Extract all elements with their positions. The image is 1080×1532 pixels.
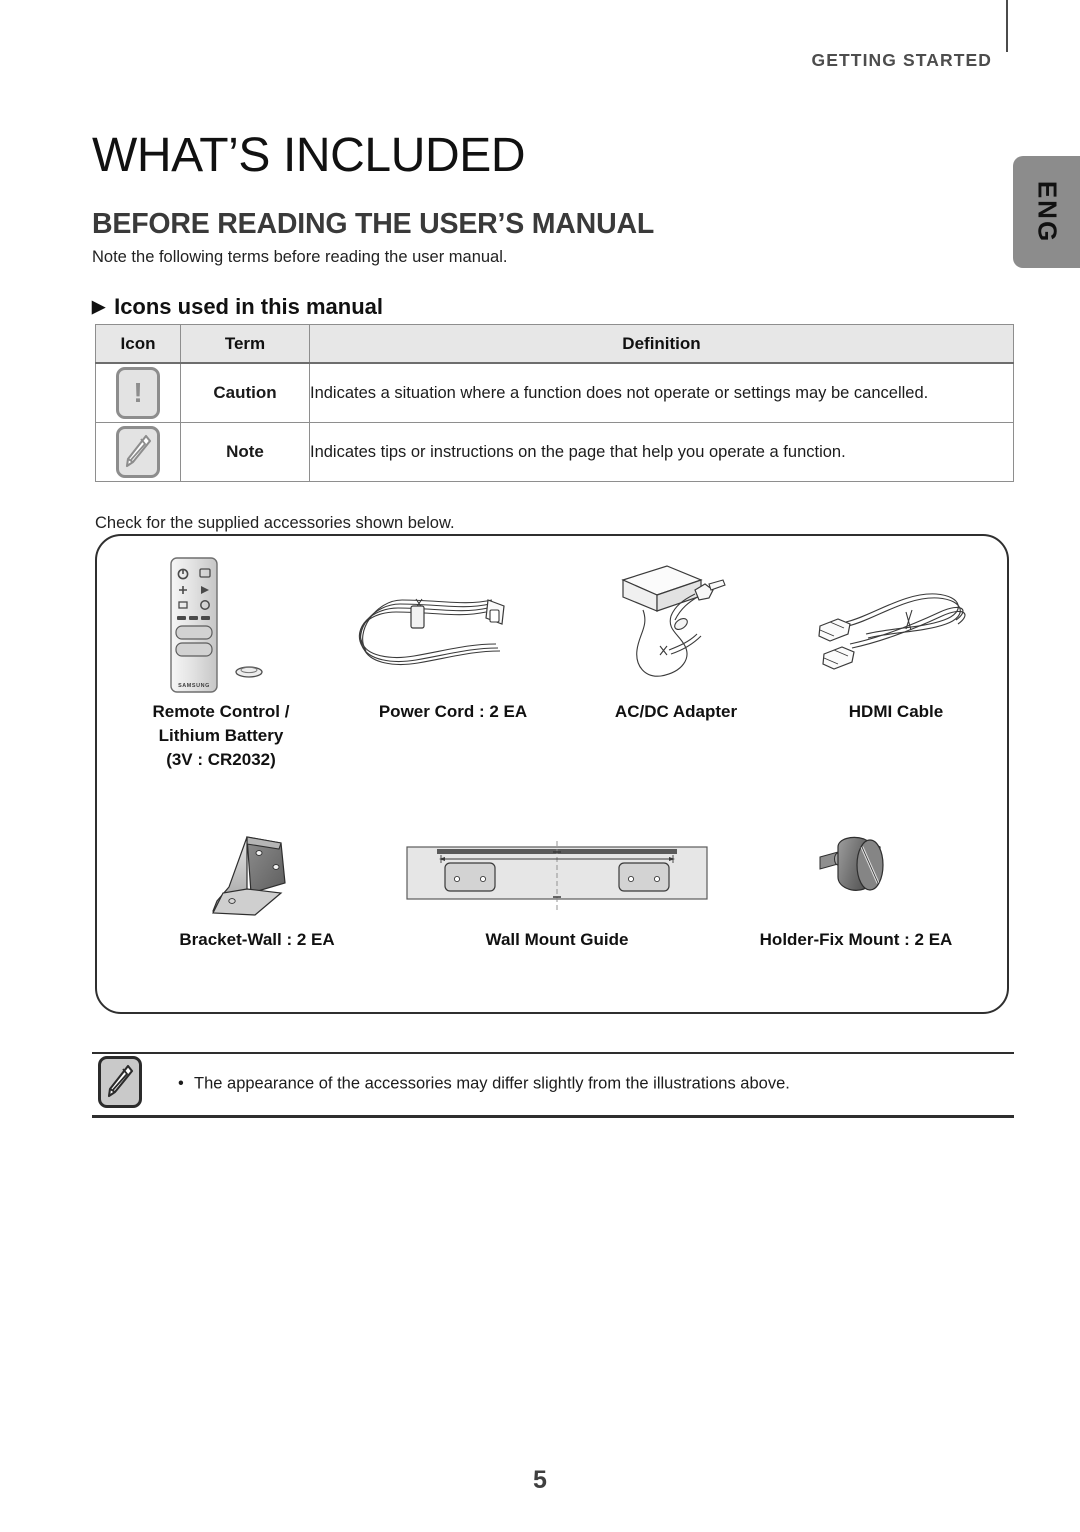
header-eyebrow: GETTING STARTED bbox=[811, 50, 992, 70]
caution-definition: Indicates a situation where a function d… bbox=[309, 362, 1014, 423]
subsection-heading-label: Icons used in this manual bbox=[114, 294, 384, 319]
pencil-glyph bbox=[125, 434, 152, 468]
note-definition: Indicates tips or instructions on the pa… bbox=[309, 422, 1014, 482]
holder-fix-mount-illustration bbox=[707, 826, 1005, 928]
ac-dc-adapter-illustration bbox=[565, 550, 787, 700]
bottom-note-block: • The appearance of the accessories may d… bbox=[92, 1050, 1014, 1118]
caution-icon-cell: ! bbox=[95, 362, 181, 423]
accessory-label-bracket-wall: Bracket-Wall : 2 EA bbox=[179, 930, 335, 949]
accessory-label-wall-mount-guide: Wall Mount Guide bbox=[485, 930, 629, 949]
caution-icon: ! bbox=[116, 367, 160, 419]
bullet-glyph: • bbox=[178, 1074, 184, 1093]
intro-text: Note the following terms before reading … bbox=[92, 247, 508, 266]
accessory-item-hdmi-cable: HDMI Cable bbox=[787, 550, 1005, 724]
hdmi-cable-illustration bbox=[787, 550, 1005, 700]
subsection-heading: ▶ Icons used in this manual bbox=[92, 294, 383, 320]
note-icon-cell bbox=[95, 422, 181, 482]
accessory-item-holder-fix-mount: Holder-Fix Mount : 2 EA bbox=[707, 826, 1005, 952]
page-title: WHAT’S INCLUDED bbox=[92, 129, 526, 183]
exclamation-glyph: ! bbox=[133, 377, 143, 408]
remote-control-illustration: SAMSUNG bbox=[107, 550, 335, 700]
accessory-label-power-cord: Power Cord : 2 EA bbox=[378, 702, 528, 721]
bottom-note-label: The appearance of the accessories may di… bbox=[194, 1074, 790, 1093]
table-header-term: Term bbox=[180, 324, 310, 364]
accessory-label-holder-fix-mount: Holder-Fix Mount : 2 EA bbox=[759, 930, 953, 949]
header-vertical-rule bbox=[1006, 0, 1008, 52]
language-tab: ENG bbox=[1013, 156, 1080, 268]
table-header-definition: Definition bbox=[309, 324, 1014, 364]
table-header-row: Icon Term Definition bbox=[95, 324, 1014, 364]
page-number: 5 bbox=[533, 1466, 547, 1494]
language-tab-label: ENG bbox=[1032, 180, 1062, 244]
section-title: BEFORE READING THE USER’S MANUAL bbox=[92, 207, 655, 240]
bracket-wall-illustration bbox=[107, 826, 407, 928]
caution-term: Caution bbox=[180, 362, 310, 423]
bottom-note-text: • The appearance of the accessories may d… bbox=[178, 1075, 790, 1094]
note-bottom-rule bbox=[92, 1115, 1014, 1118]
accessories-box: SAMSUNG Remote Control / Lithium Battery… bbox=[95, 534, 1009, 1014]
accessory-item-wall-mount-guide: Wall Mount Guide bbox=[397, 826, 717, 952]
table-row: Note Indicates tips or instructions on t… bbox=[95, 422, 1014, 482]
wall-mount-guide-illustration bbox=[397, 826, 717, 928]
accessory-item-power-cord: Power Cord : 2 EA bbox=[342, 550, 564, 724]
note-term: Note bbox=[180, 422, 310, 482]
accessory-item-ac-dc-adapter: AC/DC Adapter bbox=[565, 550, 787, 724]
icons-legend-table: Icon Term Definition ! Caution Indicates… bbox=[95, 324, 1014, 482]
triangle-marker-icon: ▶ bbox=[92, 296, 106, 316]
note-icon bbox=[116, 426, 160, 478]
accessory-label-hdmi-cable: HDMI Cable bbox=[848, 702, 944, 721]
table-header-icon: Icon bbox=[95, 324, 181, 364]
note-top-rule bbox=[92, 1052, 1014, 1054]
check-accessories-text: Check for the supplied accessories shown… bbox=[95, 513, 455, 532]
accessory-item-remote-control: SAMSUNG Remote Control / Lithium Battery… bbox=[107, 550, 335, 772]
note-icon bbox=[98, 1056, 142, 1108]
table-row: ! Caution Indicates a situation where a … bbox=[95, 362, 1014, 423]
svg-text:SAMSUNG: SAMSUNG bbox=[178, 683, 210, 689]
accessory-label-remote-control: Remote Control / Lithium Battery (3V : C… bbox=[152, 702, 290, 770]
accessory-item-bracket-wall: Bracket-Wall : 2 EA bbox=[107, 826, 407, 952]
accessory-label-ac-dc-adapter: AC/DC Adapter bbox=[614, 702, 738, 721]
pencil-glyph bbox=[107, 1064, 134, 1098]
power-cord-illustration bbox=[342, 550, 564, 700]
